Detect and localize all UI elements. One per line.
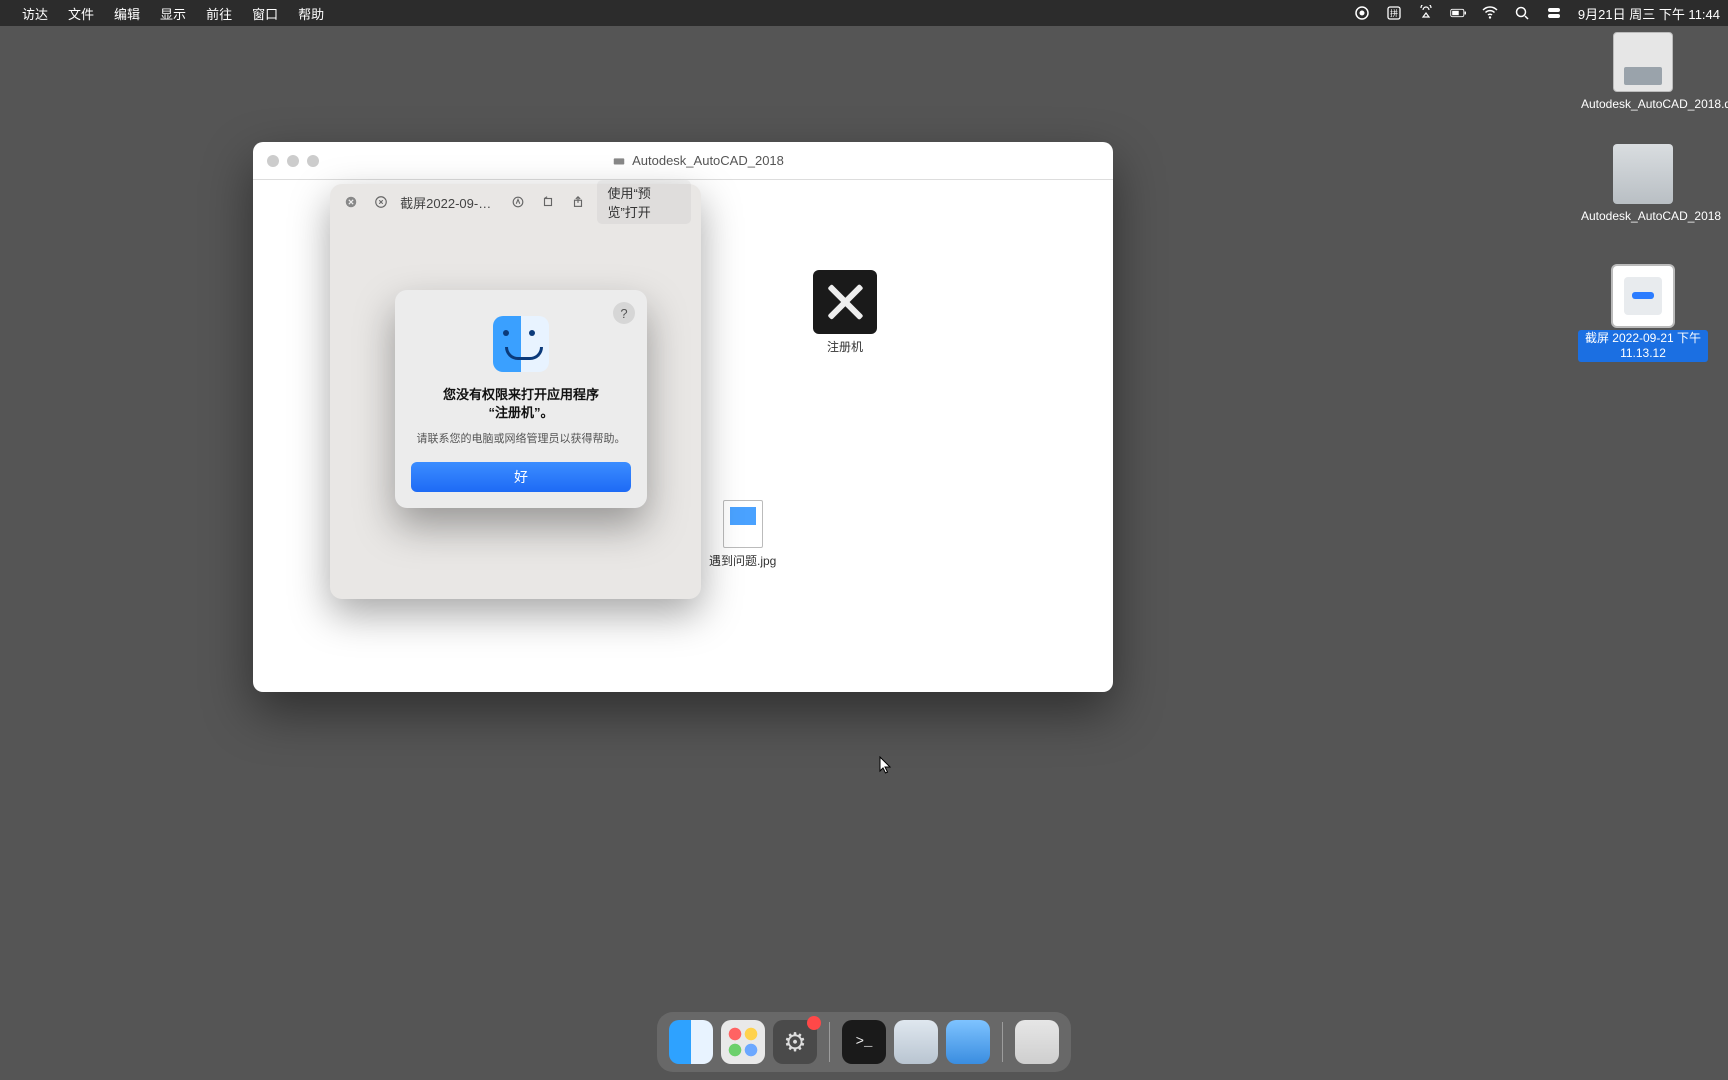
menu-file[interactable]: 文件 xyxy=(68,4,94,23)
share-icon[interactable] xyxy=(567,189,589,215)
finder-toolbar: Autodesk_AutoCAD_2018 xyxy=(253,142,1113,180)
dock-app-1[interactable] xyxy=(894,1020,938,1064)
status-wifi-icon[interactable] xyxy=(1482,5,1498,21)
desktop-screenshot-label: 截屏 2022-09-21 下午 11.13.12 xyxy=(1578,330,1708,362)
menu-view[interactable]: 显示 xyxy=(160,4,186,23)
desktop-screenshot[interactable]: 截屏 2022-09-21 下午 11.13.12 xyxy=(1578,266,1708,362)
drive-icon xyxy=(1613,144,1673,204)
menu-app[interactable]: 访达 xyxy=(22,4,48,23)
quicklook-title: 截屏2022-09-… xyxy=(400,193,491,212)
status-record-icon[interactable] xyxy=(1354,5,1370,21)
menu-window[interactable]: 窗口 xyxy=(252,4,278,23)
dock xyxy=(657,1012,1071,1072)
quicklook-window[interactable]: 截屏2022-09-… 使用“预览”打开 ? 您没有权限来打开应用程序 “注册机… xyxy=(330,184,701,599)
dock-terminal[interactable] xyxy=(842,1020,886,1064)
zoom-button[interactable] xyxy=(307,155,319,167)
close-icon[interactable] xyxy=(340,189,362,215)
status-battery-icon[interactable] xyxy=(1450,5,1466,21)
dock-settings[interactable] xyxy=(773,1020,817,1064)
desktop[interactable]: Autodesk_AutoCAD_2018.dmg Autodesk_AutoC… xyxy=(0,26,1728,1080)
dock-separator xyxy=(829,1022,830,1062)
finder-item-app-label: 注册机 xyxy=(827,340,863,354)
svg-text:拼: 拼 xyxy=(1390,8,1398,18)
help-button[interactable]: ? xyxy=(613,302,635,324)
expand-icon[interactable] xyxy=(370,189,392,215)
desktop-drive-label: Autodesk_AutoCAD_2018 xyxy=(1578,208,1724,225)
menu-bar: 访达 文件 编辑 显示 前往 窗口 帮助 拼 9月21日 周三 下午 11:44 xyxy=(0,0,1728,26)
quicklook-toolbar: 截屏2022-09-… 使用“预览”打开 xyxy=(330,184,701,220)
dock-separator xyxy=(1002,1022,1003,1062)
dmg-icon xyxy=(1613,32,1673,92)
alert-detail: 请联系您的电脑或网络管理员以获得帮助。 xyxy=(411,430,631,446)
menu-help[interactable]: 帮助 xyxy=(298,4,324,23)
finder-icon xyxy=(493,316,549,372)
finder-item-jpg[interactable]: 遇到问题.jpg xyxy=(709,500,776,569)
status-input-icon[interactable]: 拼 xyxy=(1386,5,1402,21)
dock-app-2[interactable] xyxy=(946,1020,990,1064)
drive-icon xyxy=(612,154,626,168)
jpg-icon xyxy=(723,500,763,548)
screenshot-thumb-icon xyxy=(1613,266,1673,326)
markup-icon[interactable] xyxy=(507,189,529,215)
quicklook-body: ? 您没有权限来打开应用程序 “注册机”。 请联系您的电脑或网络管理员以获得帮助… xyxy=(330,220,701,599)
open-with-button[interactable]: 使用“预览”打开 xyxy=(597,180,691,224)
dock-finder[interactable] xyxy=(669,1020,713,1064)
cursor-icon xyxy=(879,756,893,776)
minimize-button[interactable] xyxy=(287,155,299,167)
menu-edit[interactable]: 编辑 xyxy=(114,4,140,23)
desktop-drive[interactable]: Autodesk_AutoCAD_2018 xyxy=(1578,144,1708,225)
alert-message: 您没有权限来打开应用程序 “注册机”。 xyxy=(411,386,631,422)
desktop-dmg-file[interactable]: Autodesk_AutoCAD_2018.dmg xyxy=(1578,32,1708,113)
dock-trash[interactable] xyxy=(1015,1020,1059,1064)
finder-title: Autodesk_AutoCAD_2018 xyxy=(333,153,1063,168)
finder-item-jpg-label: 遇到问题.jpg xyxy=(709,554,776,568)
close-button[interactable] xyxy=(267,155,279,167)
desktop-dmg-label: Autodesk_AutoCAD_2018.dmg xyxy=(1578,96,1728,113)
menu-clock[interactable]: 9月21日 周三 下午 11:44 xyxy=(1578,4,1720,23)
dock-launchpad[interactable] xyxy=(721,1020,765,1064)
rotate-icon[interactable] xyxy=(537,189,559,215)
status-controlcenter-icon[interactable] xyxy=(1546,5,1562,21)
menu-go[interactable]: 前往 xyxy=(206,4,232,23)
finder-item-app[interactable]: 注册机 xyxy=(813,270,877,355)
app-icon xyxy=(813,270,877,334)
permission-alert: ? 您没有权限来打开应用程序 “注册机”。 请联系您的电脑或网络管理员以获得帮助… xyxy=(395,290,647,508)
status-spotlight-icon[interactable] xyxy=(1514,5,1530,21)
status-airplay-icon[interactable] xyxy=(1418,5,1434,21)
ok-button[interactable]: 好 xyxy=(411,462,631,492)
